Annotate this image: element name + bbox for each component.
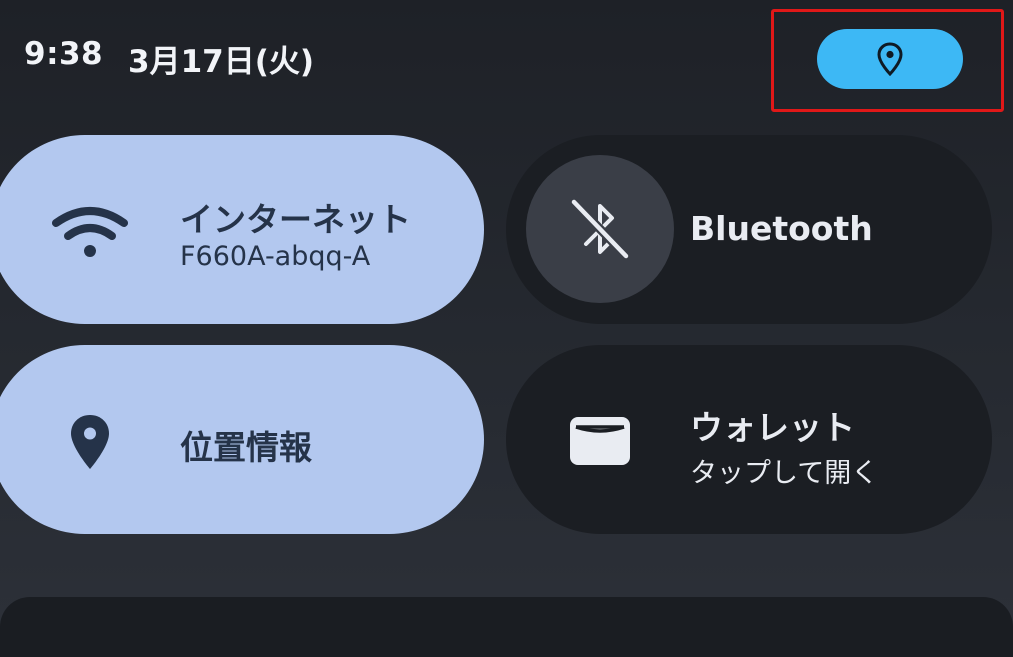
tile-location[interactable]: 位置情報 — [0, 345, 484, 534]
tile-wallet-subtitle: タップして開く — [690, 458, 879, 489]
wallet-card-icon — [570, 417, 630, 465]
location-pin-icon — [877, 42, 903, 76]
tile-wallet-title: ウォレット — [690, 408, 855, 447]
clock-date: 3月17日(火) — [128, 44, 315, 80]
status-bar: 9:38 3月17日(火) — [0, 0, 1013, 120]
tile-internet-subtitle: F660A-abqq-A — [180, 241, 371, 272]
wifi-icon — [52, 207, 128, 257]
location-pin-icon — [71, 415, 109, 469]
bottom-panel — [0, 597, 1013, 657]
bluetooth-off-icon — [570, 198, 630, 260]
tile-bluetooth[interactable]: Bluetooth — [506, 135, 992, 324]
tile-location-title: 位置情報 — [180, 428, 312, 467]
tile-internet-title: インターネット — [180, 200, 411, 239]
tile-wallet[interactable]: ウォレット タップして開く — [506, 345, 992, 534]
location-privacy-chip[interactable] — [817, 29, 963, 89]
tile-bluetooth-title: Bluetooth — [690, 209, 873, 248]
clock-time: 9:38 — [24, 36, 104, 72]
tile-internet[interactable]: インターネット F660A-abqq-A — [0, 135, 484, 324]
bluetooth-toggle-circle — [526, 155, 674, 303]
